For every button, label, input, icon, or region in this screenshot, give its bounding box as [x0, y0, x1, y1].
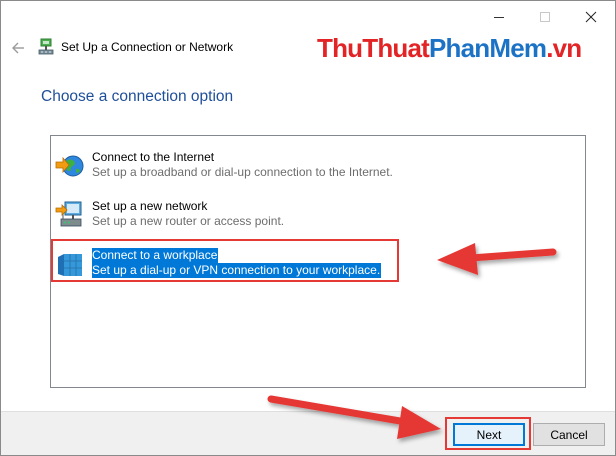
option-title: Connect to the Internet: [92, 150, 215, 164]
watermark-part-3: .vn: [546, 33, 582, 63]
maximize-button[interactable]: [522, 1, 568, 33]
page-title: Choose a connection option: [41, 88, 234, 105]
close-button[interactable]: [568, 1, 614, 33]
annotation-highlight-next: [445, 417, 531, 450]
annotation-highlight-option: [51, 239, 399, 282]
minimize-icon: [494, 16, 504, 18]
network-setup-icon: [38, 38, 54, 55]
maximize-icon: [540, 12, 550, 22]
option-connect-internet[interactable]: Connect to the Internet Set up a broadba…: [51, 148, 585, 182]
option-text: Set up a new network Set up a new router…: [92, 199, 284, 229]
option-title: Set up a new network: [92, 199, 208, 213]
window-title: Set Up a Connection or Network: [61, 40, 234, 54]
minimize-button[interactable]: [476, 1, 522, 33]
back-arrow-icon: [12, 42, 24, 54]
close-icon: [585, 11, 597, 23]
watermark-part-1: ThuThuat: [317, 33, 430, 63]
globe-network-icon: [55, 155, 84, 177]
watermark-logo: ThuThuatPhanMem.vn: [317, 33, 582, 64]
title-bar: [1, 1, 615, 33]
option-text: Connect to the Internet Set up a broadba…: [92, 150, 393, 180]
option-description: Set up a new router or access point.: [92, 214, 285, 228]
router-icon: [55, 201, 82, 227]
cancel-button[interactable]: Cancel: [533, 423, 605, 446]
back-button[interactable]: [9, 39, 27, 57]
setup-connection-window: Set Up a Connection or Network ThuThuatP…: [0, 0, 616, 456]
watermark-part-2: PhanMem: [429, 33, 547, 63]
option-new-network[interactable]: Set up a new network Set up a new router…: [51, 197, 585, 231]
option-description: Set up a broadband or dial-up connection…: [92, 165, 393, 179]
